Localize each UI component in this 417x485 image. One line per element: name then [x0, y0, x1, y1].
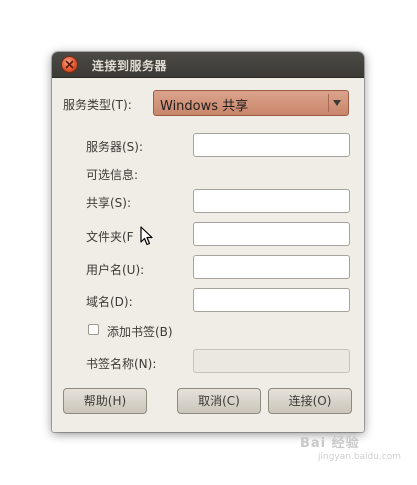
bookmark-name-label: 书签名称(N): [86, 357, 157, 371]
title-bar: 连接到服务器 [52, 52, 364, 78]
connect-button[interactable]: 连接(O) [268, 388, 352, 414]
server-label: 服务器(S): [86, 140, 144, 154]
username-label: 用户名(U): [86, 263, 145, 277]
domain-label: 域名(D): [86, 295, 133, 309]
connect-to-server-dialog: 连接到服务器 服务类型(T): Windows 共享 服务器(S): 可选信息:… [52, 52, 364, 432]
add-bookmark-checkbox[interactable] [88, 324, 99, 335]
server-input[interactable] [193, 133, 350, 157]
folder-input[interactable] [193, 222, 350, 246]
window-title: 连接到服务器 [92, 59, 168, 73]
folder-label: 文件夹(F [86, 230, 134, 244]
service-type-value: Windows 共享 [160, 99, 249, 114]
domain-input[interactable] [193, 288, 350, 312]
optional-info-heading: 可选信息: [86, 168, 139, 182]
bookmark-name-input [193, 349, 350, 373]
share-label: 共享(S): [86, 196, 132, 210]
mouse-pointer-icon [140, 226, 153, 246]
close-button[interactable] [62, 57, 77, 72]
watermark-url: jingyan.baidu.com [318, 452, 402, 462]
add-bookmark-label[interactable]: 添加书签(B) [107, 323, 173, 340]
share-input[interactable] [193, 189, 350, 213]
service-type-dropdown[interactable]: Windows 共享 [153, 90, 349, 116]
cancel-button[interactable]: 取消(C) [177, 388, 261, 414]
screen: 连接到服务器 服务类型(T): Windows 共享 服务器(S): 可选信息:… [0, 0, 417, 485]
watermark-logo: Bai 经验 [300, 436, 360, 451]
dropdown-separator [328, 94, 329, 112]
close-icon [65, 60, 74, 69]
triangle-down-icon [333, 100, 341, 106]
username-input[interactable] [193, 255, 350, 279]
help-button[interactable]: 帮助(H) [63, 388, 147, 414]
service-type-label: 服务类型(T): [63, 98, 132, 112]
